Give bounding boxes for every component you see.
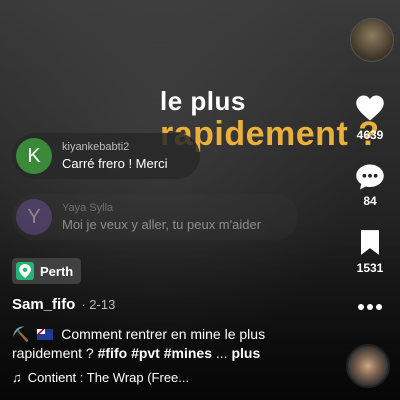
action-rail: 4639 84 1531 — [340, 0, 400, 400]
author-username[interactable]: Sam_fifo — [12, 296, 75, 313]
commenter-avatar: K — [16, 138, 52, 174]
comment-count: 84 — [363, 194, 377, 208]
floating-comment[interactable]: K kiyankebabti2 Carré frero ! Merci — [12, 133, 200, 179]
music-info[interactable]: ♫ Contient : The Wrap (Free... — [12, 370, 189, 385]
music-note-icon: ♫ — [12, 370, 22, 385]
comment-text: Carré frero ! Merci — [62, 156, 168, 171]
more-options-icon[interactable] — [340, 298, 400, 316]
comment-icon[interactable] — [340, 163, 400, 196]
caption-ellipsis: ... — [215, 345, 228, 361]
floating-comment[interactable]: Y Yaya Sylla Moi je veux y aller, tu peu… — [12, 194, 298, 240]
location-pin-icon — [16, 262, 34, 280]
location-tag[interactable]: Perth — [12, 258, 82, 284]
comment-text: Moi je veux y aller, tu peux m'aider — [62, 217, 262, 232]
commenter-avatar: Y — [16, 199, 52, 235]
music-disc[interactable] — [346, 344, 390, 388]
post-date: · 2-13 — [81, 297, 116, 312]
pickaxe-icon: ⛏️ — [12, 326, 30, 342]
video-caption: ⛏️ Comment rentrer en mine le plus rapid… — [12, 325, 312, 363]
hashtag[interactable]: #mines — [164, 345, 212, 361]
like-count: 4639 — [356, 128, 384, 142]
save-count: 1531 — [356, 261, 384, 275]
caption-more-link[interactable]: plus — [231, 345, 260, 361]
music-title: Contient : The Wrap (Free... — [27, 370, 190, 385]
bookmark-icon[interactable] — [340, 229, 400, 261]
heart-icon[interactable] — [340, 94, 400, 127]
australia-flag-icon — [37, 329, 54, 340]
hashtag[interactable]: #pvt — [131, 345, 160, 361]
commenter-username: Yaya Sylla — [62, 202, 114, 214]
creator-avatar[interactable] — [350, 18, 394, 62]
hashtag[interactable]: #fifo — [98, 345, 128, 361]
commenter-username: kiyankebabti2 — [62, 141, 130, 153]
location-label: Perth — [40, 263, 74, 279]
